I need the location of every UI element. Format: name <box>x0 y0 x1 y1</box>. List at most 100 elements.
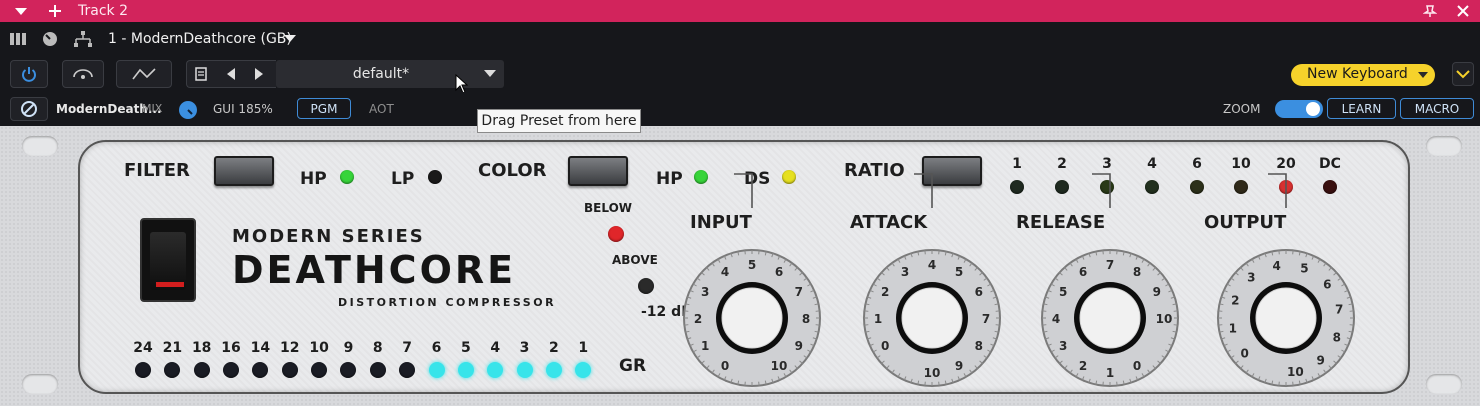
ratio-button[interactable] <box>922 156 982 186</box>
color-ds-label: DS <box>744 169 771 189</box>
chevron-down-icon <box>1456 70 1470 79</box>
gauge-icon[interactable] <box>40 30 60 48</box>
preset-prev-icon[interactable] <box>223 66 239 82</box>
logo-line2: DEATHCORE <box>232 248 517 292</box>
keyboard-label: New Keyboard <box>1307 66 1408 82</box>
knob-attack[interactable]: 0 1 23 4 56 7 89 10 <box>842 173 1022 388</box>
preset-next-icon[interactable] <box>251 66 267 82</box>
ratio-value-3: 4 <box>1147 156 1157 172</box>
ratio-led-5[interactable] <box>1234 180 1248 194</box>
ratio-value-2: 3 <box>1102 156 1112 172</box>
color-label: COLOR <box>478 160 547 181</box>
rocker-indicator <box>156 282 184 287</box>
bypass-button[interactable] <box>10 97 48 121</box>
knob-cap <box>901 287 963 349</box>
preset-dropdown-icon[interactable] <box>484 70 496 78</box>
knob-scale-value: 8 <box>1133 265 1141 279</box>
knob-scale-value: 7 <box>795 285 803 299</box>
gr-scale-12: 4 <box>490 340 501 356</box>
knob-scale-value: 3 <box>1247 271 1255 285</box>
filter-lp-led <box>428 170 442 184</box>
knob-scale-value: 9 <box>795 339 803 353</box>
keyboard-dropdown-icon[interactable] <box>1417 71 1429 79</box>
track-selector-dropdown-icon[interactable] <box>283 34 297 44</box>
ratio-led-4[interactable] <box>1190 180 1204 194</box>
power-button[interactable] <box>10 60 48 88</box>
gr-scale-4: 14 <box>250 340 271 356</box>
knob-scale-value: 1 <box>1106 366 1114 380</box>
pgm-button[interactable]: PGM <box>297 98 351 119</box>
power-icon <box>22 67 36 82</box>
knob-scale-value: 3 <box>1059 339 1067 353</box>
aot-button[interactable]: AOT <box>369 102 394 116</box>
ratio-led-7[interactable] <box>1323 180 1337 194</box>
pin-icon[interactable] <box>1420 0 1440 22</box>
gr-scale-14: 2 <box>549 340 559 356</box>
gr-led-2 <box>193 362 210 378</box>
knob-scale-value: 8 <box>975 339 983 353</box>
plugin-window: Track 2 1 - ModernDeathcore (GB) default… <box>0 0 1480 406</box>
ratio-led-0[interactable] <box>1010 180 1024 194</box>
filter-hp-led <box>340 170 354 184</box>
ratio-led-1[interactable] <box>1055 180 1069 194</box>
above-led <box>638 278 654 294</box>
gr-led-6 <box>311 362 328 378</box>
knob-release[interactable]: 0 1 23 4 56 7 89 10 <box>1020 173 1200 388</box>
gr-led-5 <box>281 362 298 378</box>
knob-scale-value: 5 <box>748 258 756 272</box>
close-icon[interactable] <box>1452 0 1474 22</box>
gr-led-10 <box>428 362 445 378</box>
knob-scale-value: 0 <box>881 339 889 353</box>
gr-scale-15: 1 <box>578 340 589 356</box>
mix-knob[interactable] <box>178 100 198 120</box>
gui-scale[interactable]: GUI 185% <box>213 102 273 116</box>
knob-scale-value: 2 <box>881 285 889 299</box>
zoom-label: ZOOM <box>1223 102 1261 116</box>
knob-scale-value: 7 <box>982 312 990 326</box>
knob-scale-value: 10 <box>771 359 788 373</box>
color-button[interactable] <box>568 156 628 186</box>
knob-scale-value: 5 <box>955 265 963 279</box>
knob-scale-value: 0 <box>1240 347 1248 361</box>
routing-icon[interactable] <box>72 30 94 48</box>
window-title: Track 2 <box>78 3 128 19</box>
ratio-led-3[interactable] <box>1145 180 1159 194</box>
knob-output[interactable]: 01234 5678910 <box>1196 173 1376 388</box>
knob-scale-value: 10 <box>924 366 941 380</box>
knob-scale-value: 10 <box>1156 312 1173 326</box>
gr-scale-8: 8 <box>372 340 383 356</box>
automation-button[interactable] <box>116 60 172 88</box>
collapse-icon[interactable] <box>10 0 32 22</box>
rack-view-icon[interactable] <box>8 30 28 48</box>
power-rocker-switch[interactable] <box>140 218 196 302</box>
rack-ear-top-left <box>22 136 58 156</box>
knob-cap <box>1079 287 1141 349</box>
faceplate: FILTER HP LP COLOR HP DS RATIO 1 2 3 4 6 10 20… <box>78 140 1410 394</box>
ratio-value-1: 2 <box>1057 156 1067 172</box>
track-selector[interactable]: 1 - ModernDeathcore (GB) <box>108 31 292 47</box>
gr-scale-13: 3 <box>519 340 530 356</box>
gr-scale-11: 5 <box>460 340 471 356</box>
gr-scale-3: 16 <box>221 340 241 356</box>
preset-nav-group <box>186 60 276 88</box>
zoom-toggle[interactable] <box>1275 100 1323 118</box>
ratio-led-2[interactable] <box>1100 180 1114 194</box>
keyboard-selector[interactable]: New Keyboard <box>1291 64 1435 86</box>
plugin-panel: FILTER HP LP COLOR HP DS RATIO 1 2 3 4 6 10 20… <box>0 126 1480 406</box>
knob-input[interactable]: 01 2 34 5 67 8 9 10 <box>662 173 842 388</box>
title-bar: Track 2 <box>0 0 1480 22</box>
knob-scale-value: 4 <box>721 265 729 279</box>
macro-button[interactable]: MACRO <box>1400 98 1474 119</box>
plugin-options-bar: ModernDeath... MIX GUI 185% PGM AOT ZOOM… <box>0 92 1480 126</box>
expand-button[interactable] <box>1452 62 1474 86</box>
filter-button[interactable] <box>214 156 274 186</box>
add-icon[interactable] <box>44 0 66 22</box>
gr-label: GR <box>619 356 647 376</box>
ratio-value-4: 6 <box>1192 156 1202 172</box>
knob-scale-value: 6 <box>1323 277 1331 291</box>
compare-button[interactable] <box>62 60 104 88</box>
preset-drag-tooltip: Drag Preset from here <box>477 109 641 133</box>
preset-selector[interactable]: default* <box>276 60 504 94</box>
preset-save-icon[interactable] <box>193 66 209 82</box>
learn-button[interactable]: LEARN <box>1327 98 1396 119</box>
